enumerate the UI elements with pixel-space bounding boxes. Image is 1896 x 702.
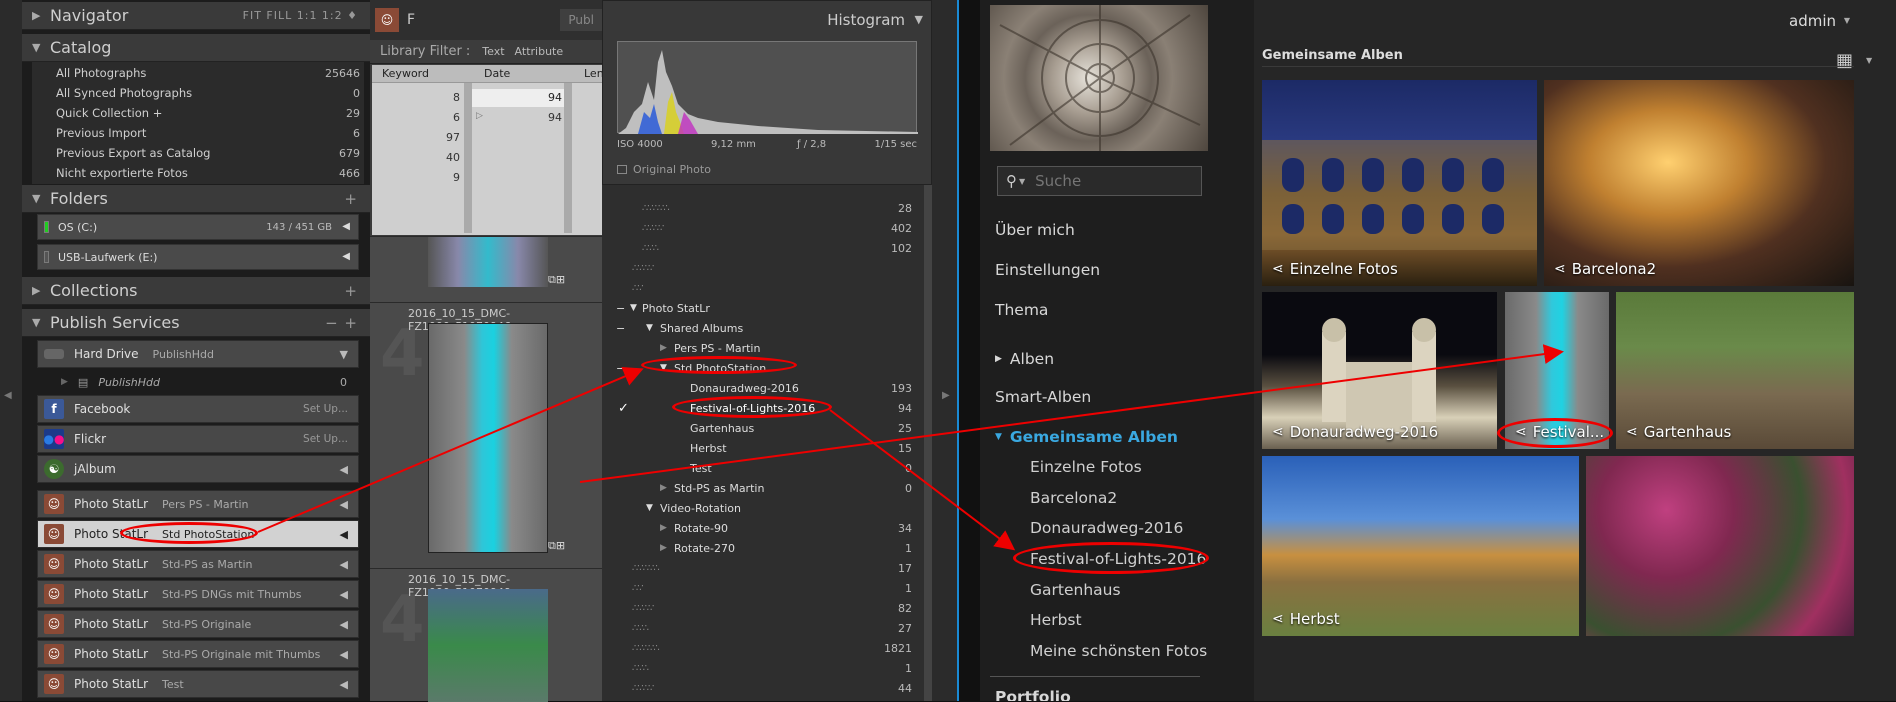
annotation-arrow [829,409,1016,551]
annotation-arrows [257,344,1564,551]
annotation-arrow [257,367,644,533]
annotation-arrow [579,344,1564,483]
